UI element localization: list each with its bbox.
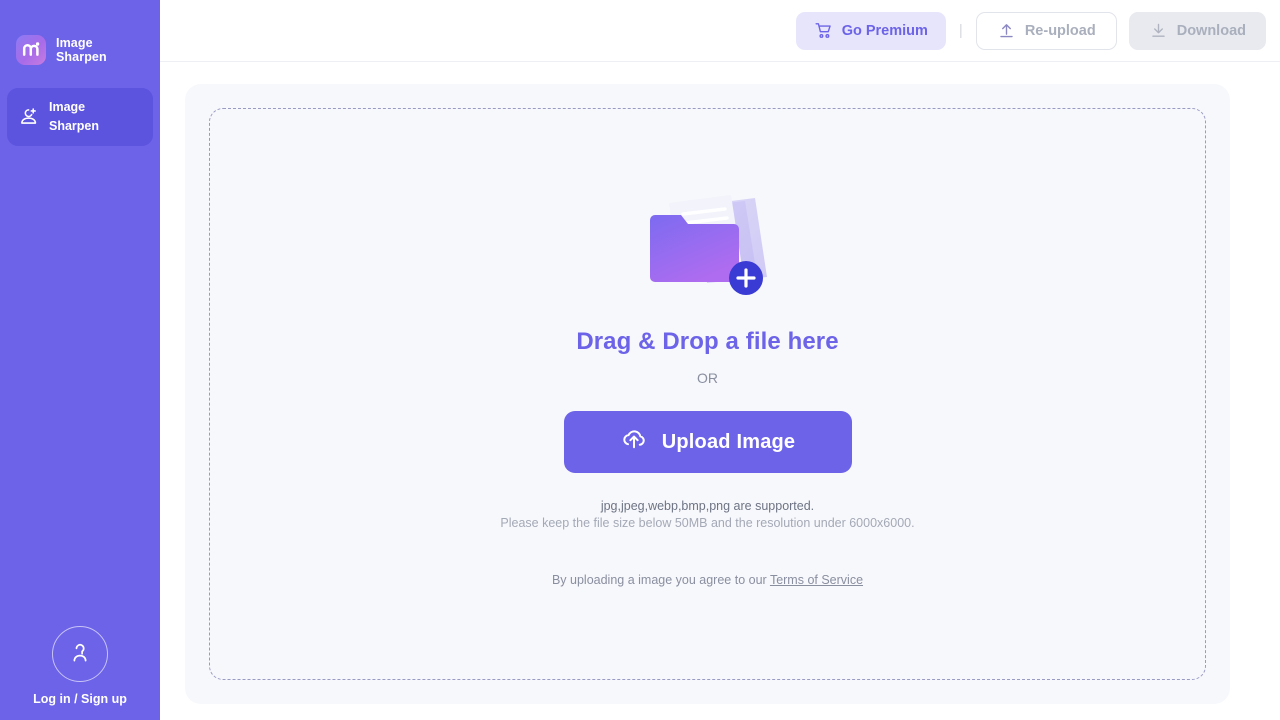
upload-image-button[interactable]: Upload Image <box>563 411 852 473</box>
sidebar-item-label: Image Sharpen <box>49 100 100 133</box>
drag-drop-title: Drag & Drop a file here <box>576 328 839 355</box>
brand[interactable]: Image Sharpen <box>0 0 160 78</box>
user-plus-icon <box>18 106 40 128</box>
download-label: Download <box>1176 22 1246 39</box>
topbar-separator: | <box>958 22 963 39</box>
or-divider-label: OR <box>697 370 718 386</box>
sidebar: Image Sharpen Image Sharpen Log in / Sig… <box>0 0 160 720</box>
terms-of-service-link[interactable]: Terms of Service <box>770 573 863 587</box>
m-logo-icon <box>16 35 46 65</box>
size-limit-text: Please keep the file size below 50MB and… <box>500 516 915 530</box>
upload-card: Drag & Drop a file here OR Upload Image … <box>185 84 1230 704</box>
terms-prefix-text: By uploading a image you agree to our <box>551 573 770 587</box>
login-signup-label[interactable]: Log in / Sign up <box>33 692 127 706</box>
sidebar-account[interactable]: Log in / Sign up <box>0 626 160 720</box>
sidebar-item-image-sharpen[interactable]: Image Sharpen <box>7 88 153 146</box>
file-hints: jpg,jpeg,webp,bmp,png are supported. Ple… <box>500 498 914 532</box>
terms-notice: By uploading a image you agree to our Te… <box>552 573 863 587</box>
upload-image-label: Upload Image <box>661 430 796 453</box>
main-area: Go Premium | Re-upload Download Drag & D… <box>160 0 1280 720</box>
content-area: Drag & Drop a file here OR Upload Image … <box>160 62 1280 720</box>
user-avatar-icon[interactable] <box>52 626 108 682</box>
download-icon <box>1149 21 1168 40</box>
sidebar-nav: Image Sharpen <box>0 78 160 146</box>
re-upload-button[interactable]: Re-upload <box>975 11 1117 50</box>
supported-formats-text: jpg,jpeg,webp,bmp,png are supported. <box>600 499 815 513</box>
topbar: Go Premium | Re-upload Download <box>160 0 1280 62</box>
go-premium-label: Go Premium <box>841 22 928 39</box>
dropzone[interactable]: Drag & Drop a file here OR Upload Image … <box>209 108 1206 680</box>
folder-with-files-plus-icon <box>633 181 783 306</box>
app-root: Image Sharpen Image Sharpen Log in / Sig… <box>0 0 1280 720</box>
go-premium-button[interactable]: Go Premium <box>795 11 946 50</box>
shopping-cart-icon <box>814 21 833 40</box>
brand-name: Image Sharpen <box>56 35 107 65</box>
cloud-upload-icon <box>620 425 648 459</box>
download-button[interactable]: Download <box>1128 11 1266 50</box>
upload-arrow-icon <box>997 21 1016 40</box>
re-upload-label: Re-upload <box>1024 22 1096 39</box>
